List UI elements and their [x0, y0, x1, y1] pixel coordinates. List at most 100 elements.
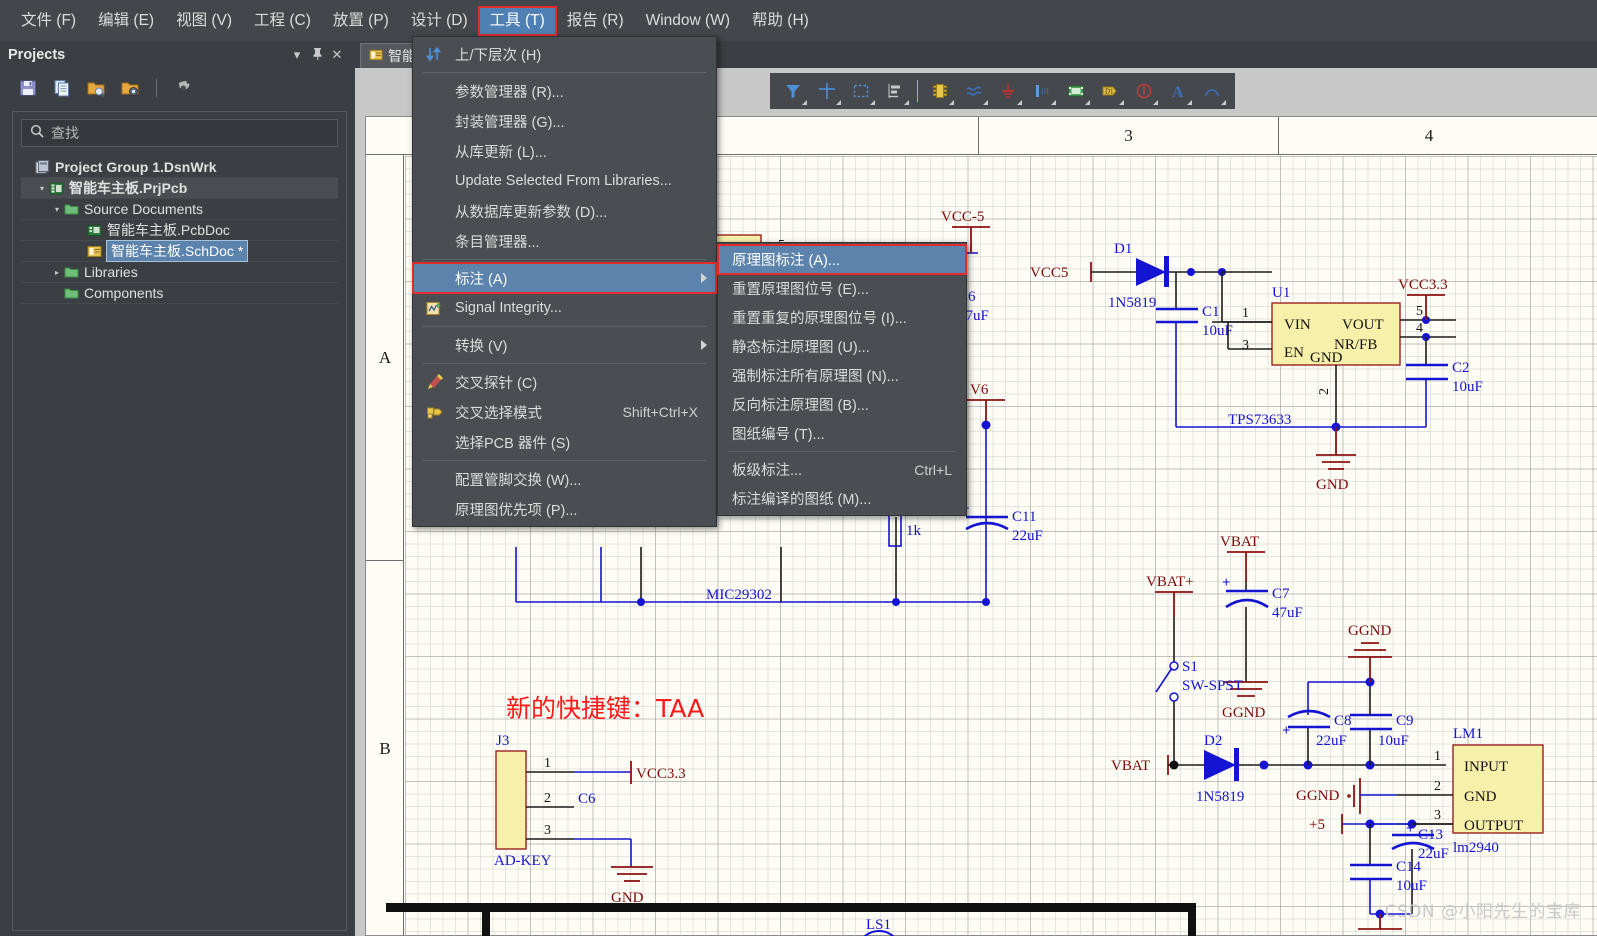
menu-item-item-manager[interactable]: 条目管理器... [413, 226, 716, 256]
text-icon[interactable]: A [1163, 76, 1193, 106]
chevron-down-icon[interactable]: ▾ [287, 47, 307, 63]
menu-item-cross-probe[interactable]: 交叉探针 (C) [413, 367, 716, 397]
submenu-item-back-annotate[interactable]: 反向标注原理图 (B)... [718, 390, 966, 419]
tools-dropdown-menu: 上/下层次 (H) 参数管理器 (R)... 封装管理器 (G)... 从库更新… [412, 36, 717, 527]
save-icon[interactable] [18, 78, 38, 98]
menu-item-configure-pin-swapping[interactable]: 配置管脚交换 (W)... [413, 464, 716, 494]
menu-item-update-params-from-db[interactable]: 从数据库更新参数 (D)... [413, 196, 716, 226]
crosshair-icon[interactable] [812, 76, 842, 106]
up-down-hierarchy-icon [419, 46, 449, 62]
menu-file[interactable]: 文件 (F) [10, 7, 87, 35]
svg-text:D1: D1 [1105, 88, 1114, 96]
search-input[interactable] [51, 125, 329, 141]
tree-item-source-documents[interactable]: ▾ Source Documents [21, 199, 338, 220]
svg-text:10uF: 10uF [1378, 733, 1409, 749]
open-project-icon[interactable] [86, 78, 106, 98]
menu-item-label: 交叉选择模式 [455, 405, 542, 422]
svg-text:2: 2 [1434, 779, 1441, 794]
svg-text:C13: C13 [1418, 827, 1443, 843]
menu-item-signal-integrity[interactable]: Signal Integrity... [413, 293, 716, 323]
copy-icon[interactable] [52, 78, 72, 98]
svg-text:GGND: GGND [1222, 705, 1265, 721]
menu-edit[interactable]: 编辑 (E) [87, 7, 165, 35]
cross-select-icon [419, 404, 449, 421]
svg-text:VCC-5: VCC-5 [941, 209, 984, 225]
net-label-icon[interactable]: D1 [1095, 76, 1125, 106]
tree-item-schdoc[interactable]: 智能车主板.SchDoc * [21, 240, 338, 262]
menu-item-parameter-manager[interactable]: 参数管理器 (R)... [413, 76, 716, 106]
tree-item-prjpcb[interactable]: ▾ 智能车主板.PrjPcb [21, 178, 338, 199]
menu-item-annotate[interactable]: 标注 (A) [412, 262, 717, 294]
tree-item-project-group[interactable]: Project Group 1.DsnWrk [21, 157, 338, 178]
tree-arrow-collapsed[interactable]: ▸ [50, 268, 64, 277]
sheet-symbol-icon[interactable] [1061, 76, 1091, 106]
menu-item-update-selected-from-libraries[interactable]: Update Selected From Libraries... [413, 166, 716, 196]
menu-tools[interactable]: 工具 (T) [477, 5, 557, 36]
toolbar-divider [156, 79, 157, 97]
tree-label: 智能车主板.SchDoc * [106, 240, 249, 262]
submenu-item-label: 重置原理图位号 (E)... [732, 282, 869, 298]
close-icon[interactable]: ✕ [327, 47, 347, 63]
menu-item-schematic-preferences[interactable]: 原理图优先项 (P)... [413, 494, 716, 524]
tree-arrow-expanded[interactable]: ▾ [50, 205, 64, 214]
menu-item-convert[interactable]: 转换 (V) [413, 330, 716, 360]
svg-text:C6: C6 [578, 791, 596, 807]
svg-text:22uF: 22uF [1012, 528, 1043, 544]
tree-arrow-expanded[interactable]: ▾ [35, 184, 49, 193]
gear-icon[interactable] [173, 78, 193, 98]
submenu-item-number-sheets[interactable]: 图纸编号 (T)... [718, 419, 966, 448]
no-erc-icon[interactable] [1129, 76, 1159, 106]
menu-item-select-pcb-components[interactable]: 选择PCB 器件 (S) [413, 427, 716, 457]
search-box[interactable] [21, 119, 338, 147]
tree-label: Libraries [84, 264, 138, 280]
menu-reports[interactable]: 报告 (R) [556, 7, 635, 35]
svg-text:+5: +5 [1309, 817, 1325, 833]
menu-view[interactable]: 视图 (V) [165, 7, 243, 35]
menu-item-update-from-libraries[interactable]: 从库更新 (L)... [413, 136, 716, 166]
svg-text:1N5819: 1N5819 [1108, 295, 1156, 311]
svg-text:1: 1 [1242, 306, 1249, 321]
menu-item-cross-select-mode[interactable]: 交叉选择模式 Shift+Ctrl+X [413, 397, 716, 427]
svg-text:3: 3 [1242, 338, 1249, 353]
chevron-right-icon [701, 273, 707, 283]
menu-design[interactable]: 设计 (D) [400, 7, 479, 35]
select-area-icon[interactable] [846, 76, 876, 106]
ground-icon[interactable] [993, 76, 1023, 106]
svg-text:C8: C8 [1334, 713, 1352, 729]
menu-window[interactable]: Window (W) [635, 7, 741, 35]
arc-icon[interactable] [1197, 76, 1227, 106]
tree-item-libraries[interactable]: ▸ Libraries [21, 262, 338, 283]
menu-item-hierarchy[interactable]: 上/下层次 (H) [413, 39, 716, 69]
svg-text:J3: J3 [496, 733, 509, 749]
filter-icon[interactable] [778, 76, 808, 106]
chevron-right-icon [701, 340, 707, 350]
svg-text:VBAT: VBAT [1111, 758, 1150, 774]
submenu-item-label: 强制标注所有原理图 (N)... [732, 369, 899, 385]
submenu-item-annotate-quietly[interactable]: 静态标注原理图 (U)... [718, 332, 966, 361]
menu-item-footprint-manager[interactable]: 封装管理器 (G)... [413, 106, 716, 136]
submenu-item-force-annotate-all[interactable]: 强制标注所有原理图 (N)... [718, 361, 966, 390]
svg-text:VBAT+: VBAT+ [1146, 574, 1194, 590]
pin-icon[interactable] [307, 47, 327, 63]
svg-text:INPUT: INPUT [1464, 759, 1508, 775]
svg-text:LM1: LM1 [1453, 726, 1483, 742]
menu-project[interactable]: 工程 (C) [243, 7, 322, 35]
submenu-item-reset-duplicate-designators[interactable]: 重置重复的原理图位号 (I)... [718, 303, 966, 332]
submenu-item-annotate-compiled-sheets[interactable]: 标注编译的图纸 (M)... [718, 484, 966, 513]
component-icon[interactable] [925, 76, 955, 106]
menu-help[interactable]: 帮助 (H) [741, 7, 820, 35]
menu-item-label: 配置管脚交换 (W)... [455, 472, 582, 489]
tree-item-pcbdoc[interactable]: 智能车主板.PcbDoc [21, 220, 338, 241]
tree-label: Components [84, 285, 164, 301]
submenu-item-reset-designators[interactable]: 重置原理图位号 (E)... [718, 274, 966, 303]
project-options-icon[interactable] [120, 78, 140, 98]
menu-item-label: Update Selected From Libraries... [455, 173, 672, 189]
wire-icon[interactable] [959, 76, 989, 106]
submenu-item-annotate-schematics[interactable]: 原理图标注 (A)... [717, 244, 967, 275]
menu-place[interactable]: 放置 (P) [322, 7, 400, 35]
align-icon[interactable] [880, 76, 910, 106]
submenu-item-board-level-annotate[interactable]: 板级标注... Ctrl+L [718, 455, 966, 484]
annotate-submenu: 原理图标注 (A)... 重置原理图位号 (E)... 重置重复的原理图位号 (… [717, 242, 967, 516]
tree-item-components[interactable]: Components [21, 283, 338, 304]
port-icon[interactable]: III [1027, 76, 1057, 106]
